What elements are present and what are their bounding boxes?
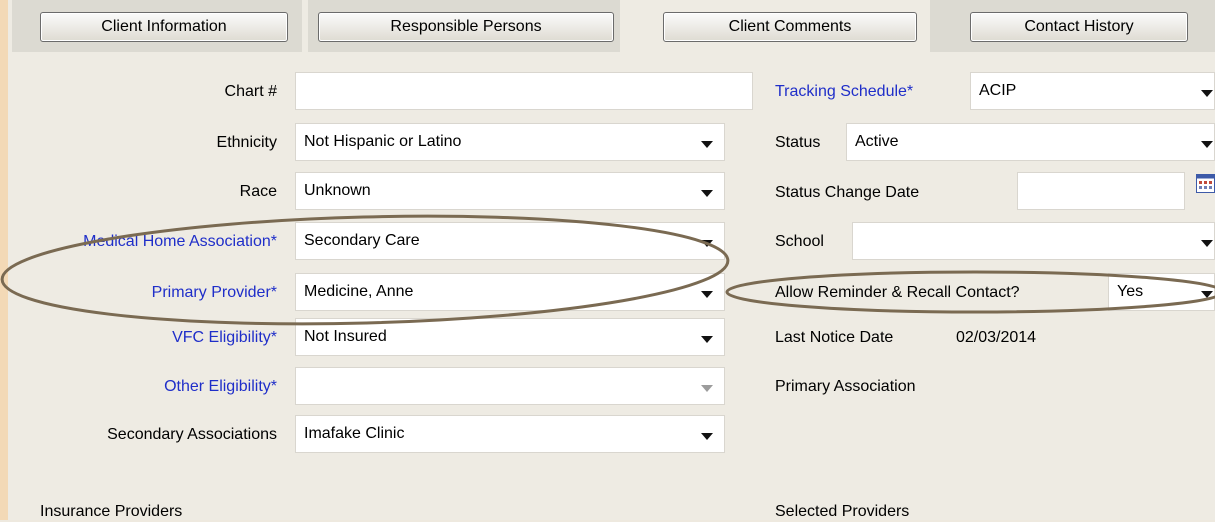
annotation-ellipse-left [0, 214, 730, 326]
annotation-overlay [0, 214, 1215, 326]
annotation-ellipse-right [725, 270, 1215, 314]
